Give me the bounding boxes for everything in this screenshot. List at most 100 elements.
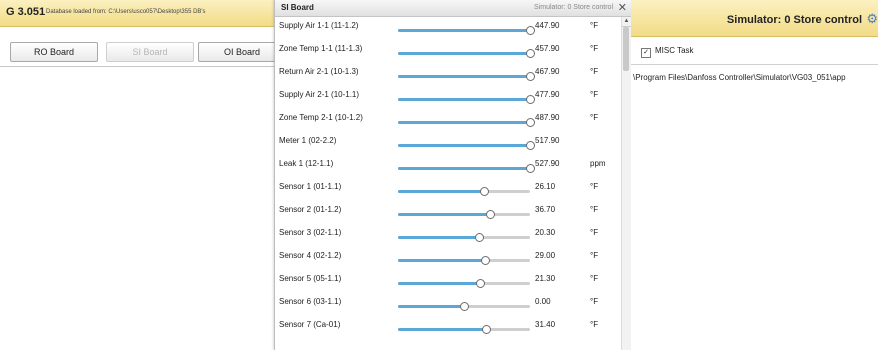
divider — [631, 64, 878, 65]
sensor-label: Supply Air 2-1 (10-1.1) — [279, 90, 360, 99]
slider-fill — [398, 167, 530, 170]
sensor-unit: °F — [590, 320, 599, 329]
sensor-value: 36.70 — [535, 205, 556, 214]
sensor-slider[interactable] — [398, 233, 530, 242]
dialog-title-bar[interactable]: SI Board Simulator: 0 Store control ✕ — [275, 0, 631, 17]
slider-handle[interactable] — [526, 72, 535, 81]
sensor-label: Sensor 3 (02-1.1) — [279, 228, 342, 237]
dialog-title: SI Board — [281, 3, 314, 12]
sensor-row: Zone Temp 2-1 (10-1.2) 487.90 °F — [275, 109, 621, 132]
slider-handle[interactable] — [481, 256, 491, 265]
slider-fill — [398, 144, 530, 147]
sensor-value: 21.30 — [535, 274, 556, 283]
sensor-row: Sensor 3 (02-1.1) 20.30 °F — [275, 224, 621, 247]
checkbox-icon[interactable]: ✓ — [641, 48, 651, 58]
sensor-unit: °F — [590, 21, 599, 30]
sensor-label: Sensor 7 (Ca-01) — [279, 320, 341, 329]
scroll-up-arrow-icon[interactable]: ▲ — [622, 17, 631, 27]
sensor-row: Supply Air 2-1 (10-1.1) 477.90 °F — [275, 86, 621, 109]
slider-fill — [398, 213, 491, 216]
slider-handle[interactable] — [526, 95, 535, 104]
slider-fill — [398, 236, 479, 239]
sensor-slider[interactable] — [398, 325, 530, 334]
sensor-slider[interactable] — [398, 141, 535, 150]
sensor-slider[interactable] — [398, 187, 530, 196]
slider-fill — [398, 328, 487, 331]
main-title-bar: G 3.051 Database loaded from: C:\Users\u… — [0, 0, 274, 27]
slider-handle[interactable] — [526, 49, 535, 58]
sensor-unit: °F — [590, 297, 599, 306]
sensor-slider[interactable] — [398, 164, 535, 173]
sensor-value: 457.90 — [535, 44, 560, 53]
slider-handle[interactable] — [486, 210, 496, 219]
sensor-slider[interactable] — [398, 95, 535, 104]
sensor-value: 447.90 — [535, 21, 560, 30]
slider-handle[interactable] — [474, 233, 484, 242]
sensor-value: 26.10 — [535, 182, 556, 191]
sensor-label: Zone Temp 1-1 (11-1.3) — [279, 44, 363, 53]
sensor-row: Zone Temp 1-1 (11-1.3) 457.90 °F — [275, 40, 621, 63]
slider-fill — [398, 121, 530, 124]
slider-handle[interactable] — [479, 187, 489, 196]
sensor-slider[interactable] — [398, 72, 535, 81]
sensor-label: Meter 1 (02-2.2) — [279, 136, 337, 145]
sensor-label: Sensor 5 (05-1.1) — [279, 274, 342, 283]
sensor-unit: °F — [590, 205, 599, 214]
slider-handle[interactable] — [526, 118, 535, 127]
sensor-unit: °F — [590, 113, 599, 122]
oi-board-button[interactable]: OI Board — [198, 42, 286, 62]
sensor-unit: °F — [590, 182, 599, 191]
misc-task-label: MISC Task — [655, 46, 694, 55]
misc-task-checkbox[interactable]: ✓ MISC Task — [641, 46, 694, 58]
sensor-value: 527.90 — [535, 159, 560, 168]
sensor-slider[interactable] — [398, 256, 530, 265]
sensor-slider[interactable] — [398, 49, 535, 58]
slider-handle[interactable] — [526, 26, 535, 35]
gear-icon[interactable]: ⚙ — [866, 11, 878, 27]
si-board-button[interactable]: SI Board — [106, 42, 194, 62]
program-path: \Program Files\Danfoss Controller\Simula… — [633, 73, 846, 82]
sensor-value: 487.90 — [535, 113, 560, 122]
dialog-scrollbar[interactable]: ▲ — [621, 17, 631, 350]
sensor-label: Return Air 2-1 (10-1.3) — [279, 67, 359, 76]
slider-handle[interactable] — [526, 164, 535, 173]
slider-fill — [398, 305, 464, 308]
sensor-row: Sensor 7 (Ca-01) 31.40 °F — [275, 316, 621, 339]
sensor-value: 0.00 — [535, 297, 551, 306]
sensor-row: Return Air 2-1 (10-1.3) 467.90 °F — [275, 63, 621, 86]
sensor-slider[interactable] — [398, 302, 530, 311]
sensor-unit: ppm — [590, 159, 606, 168]
simulator-panel: Simulator: 0 Store control ⚙ ✓ MISC Task … — [631, 0, 878, 350]
sensor-unit: °F — [590, 274, 599, 283]
sensor-value: 477.90 — [535, 90, 560, 99]
slider-handle[interactable] — [526, 141, 535, 150]
slider-handle[interactable] — [475, 279, 485, 288]
slider-fill — [398, 259, 486, 262]
slider-fill — [398, 98, 530, 101]
sensor-value: 29.00 — [535, 251, 556, 260]
app-title: G 3.051 — [6, 6, 46, 18]
sensor-row: Sensor 2 (01-1.2) 36.70 °F — [275, 201, 621, 224]
sensor-unit: °F — [590, 251, 599, 260]
sensor-row: Meter 1 (02-2.2) 517.90 — [275, 132, 621, 155]
sensor-row: Sensor 1 (01-1.1) 26.10 °F — [275, 178, 621, 201]
sensor-slider[interactable] — [398, 279, 530, 288]
ro-board-button[interactable]: RO Board — [10, 42, 98, 62]
sensor-slider[interactable] — [398, 118, 535, 127]
slider-fill — [398, 190, 484, 193]
slider-fill — [398, 75, 530, 78]
sensor-slider[interactable] — [398, 210, 530, 219]
scrollbar-thumb[interactable] — [623, 27, 629, 71]
sensor-value: 20.30 — [535, 228, 556, 237]
slider-handle[interactable] — [460, 302, 469, 311]
sensor-slider[interactable] — [398, 26, 535, 35]
sensor-row: Sensor 6 (03-1.1) 0.00 °F — [275, 293, 621, 316]
sensor-unit: °F — [590, 44, 599, 53]
si-board-dialog: SI Board Simulator: 0 Store control ✕ Su… — [274, 0, 632, 350]
sensor-list: Supply Air 1-1 (11-1.2) 447.90 °F Zone Temp… — [275, 17, 621, 350]
close-icon[interactable]: ✕ — [618, 1, 627, 14]
database-status-message: Database loaded from: C:\Users\usco057\D… — [46, 9, 206, 15]
sensor-unit: °F — [590, 90, 599, 99]
sensor-row: Supply Air 1-1 (11-1.2) 447.90 °F — [275, 17, 621, 40]
slider-handle[interactable] — [482, 325, 492, 334]
